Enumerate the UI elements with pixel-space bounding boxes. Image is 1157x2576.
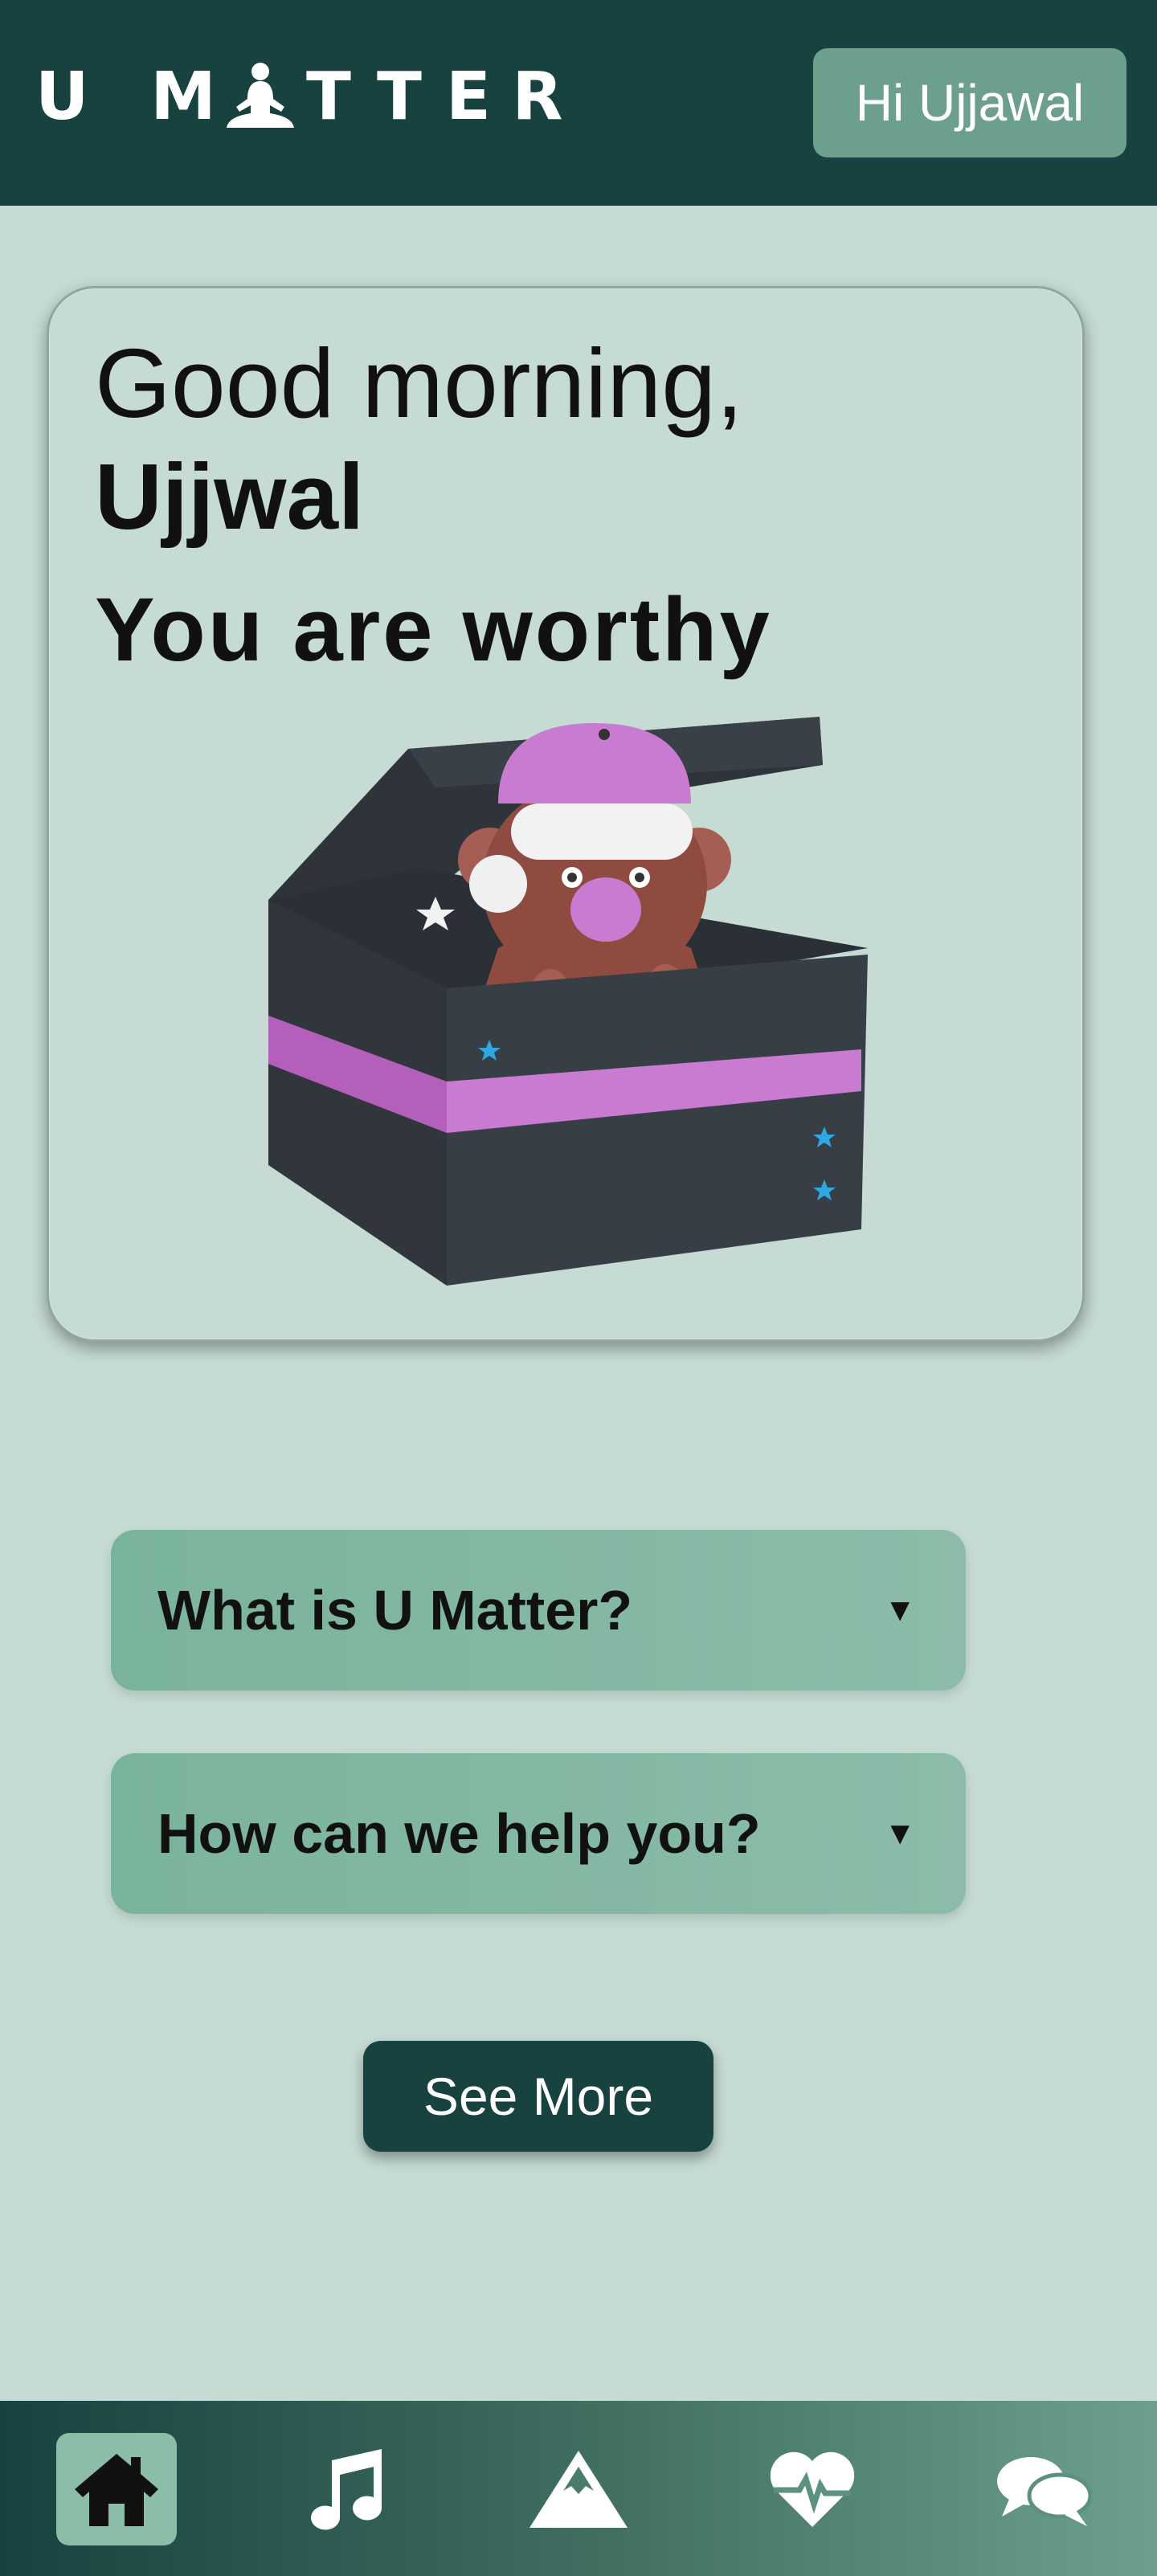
user-greeting-button[interactable]: Hi Ujjawal bbox=[813, 48, 1126, 157]
heartbeat-icon bbox=[770, 2451, 855, 2527]
logo-letter-e: E bbox=[445, 58, 491, 135]
logo[interactable]: U M T T E R bbox=[35, 56, 566, 137]
app-header: U M T T E R Hi Ujjawal bbox=[0, 0, 1157, 206]
faq-question: How can we help you? bbox=[157, 1802, 761, 1865]
meditation-icon bbox=[222, 60, 299, 133]
see-more-button[interactable]: See More bbox=[363, 2041, 713, 2152]
nav-mindfulness[interactable] bbox=[518, 2433, 639, 2545]
nav-music[interactable] bbox=[284, 2433, 405, 2545]
bottom-nav bbox=[0, 2401, 1157, 2576]
triangle-down-icon: ▼ bbox=[884, 1592, 916, 1628]
nav-health[interactable] bbox=[752, 2433, 873, 2545]
nav-home[interactable] bbox=[56, 2433, 177, 2545]
faq-how-can-we-help[interactable]: How can we help you? ▼ bbox=[111, 1753, 966, 1914]
logo-letter-u: U bbox=[35, 58, 89, 135]
mountain-icon bbox=[529, 2451, 628, 2528]
logo-letter-r: R bbox=[512, 58, 563, 135]
logo-letter-t1: T bbox=[306, 58, 351, 135]
mascot-in-box-illustration bbox=[257, 699, 884, 1298]
greeting-text: Good morning, bbox=[95, 329, 743, 438]
affirmation-text: You are worthy bbox=[95, 579, 772, 680]
triangle-down-icon: ▼ bbox=[884, 1815, 916, 1851]
faq-what-is-u-matter[interactable]: What is U Matter? ▼ bbox=[111, 1530, 966, 1691]
logo-letter-m: M bbox=[150, 58, 216, 135]
chat-icon bbox=[997, 2457, 1092, 2526]
home-icon bbox=[75, 2454, 158, 2526]
music-icon bbox=[311, 2449, 382, 2530]
nav-chat[interactable] bbox=[983, 2433, 1104, 2545]
user-name: Ujjwal bbox=[95, 444, 365, 549]
faq-question: What is U Matter? bbox=[157, 1579, 633, 1642]
logo-letter-t2: T bbox=[377, 58, 422, 135]
